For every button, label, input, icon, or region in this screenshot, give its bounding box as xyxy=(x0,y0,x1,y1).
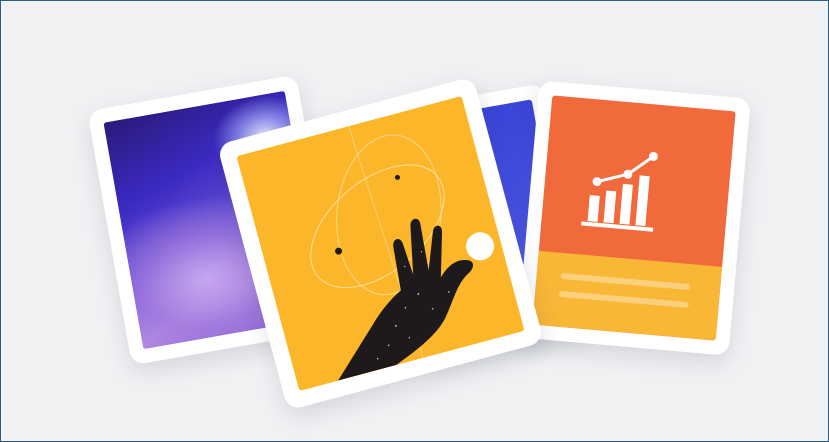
bar-chart-image xyxy=(532,95,736,341)
chart-image-card xyxy=(517,80,751,356)
hand-image xyxy=(236,95,525,392)
hand-silhouette xyxy=(338,218,474,381)
chart-card-footer xyxy=(532,250,723,341)
moon-orb-icon xyxy=(466,232,495,261)
illustration-canvas xyxy=(0,0,829,442)
hand-illustration xyxy=(310,126,495,381)
